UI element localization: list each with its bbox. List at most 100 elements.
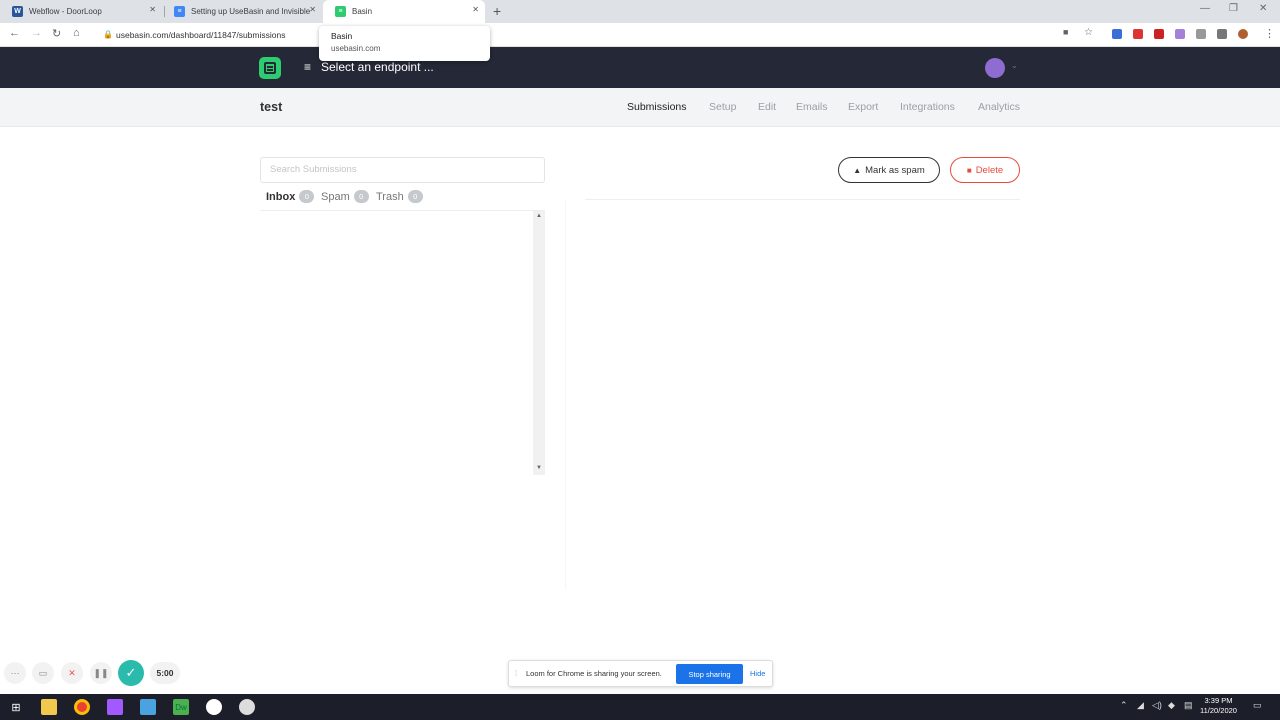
hamburger-icon[interactable]: ≡ xyxy=(304,60,311,74)
tray-chevron-icon[interactable]: ⌃ xyxy=(1120,700,1128,711)
form-subheader: test Submissions Setup Edit Emails Expor… xyxy=(0,88,1280,127)
mark-as-spam-button[interactable]: ▲ Mark as spam xyxy=(838,157,940,183)
count-badge: 0 xyxy=(407,190,423,203)
basin-logo[interactable] xyxy=(259,57,281,79)
tab-basin[interactable]: ≡ Basin ✕ xyxy=(323,0,485,23)
url-text: usebasin.com/dashboard/11847/submissions xyxy=(116,30,286,40)
notifications-icon[interactable]: ▭ xyxy=(1253,700,1262,711)
count-badge: 0 xyxy=(299,190,315,203)
home-icon[interactable]: ⌂ xyxy=(73,27,80,39)
count-badge: 0 xyxy=(353,190,369,203)
form-title: test xyxy=(260,100,283,114)
loom-camera-icon[interactable]: ▭ xyxy=(32,662,54,684)
delete-label: Delete xyxy=(975,164,1004,176)
tab-title: Setting up UseBasin and Invisible xyxy=(191,7,311,16)
close-tab-icon[interactable]: ✕ xyxy=(472,5,479,14)
file-explorer-icon[interactable] xyxy=(41,699,57,715)
volume-icon[interactable]: ◁) xyxy=(1152,700,1162,711)
forward-icon[interactable]: → xyxy=(31,27,42,39)
tab-setup[interactable]: Setup xyxy=(709,101,736,113)
loom-pause-icon[interactable]: ❚❚ xyxy=(90,662,112,684)
close-tab-icon[interactable]: ✕ xyxy=(149,5,156,14)
tab-tooltip: Basin usebasin.com xyxy=(319,26,490,61)
loom-more-icon[interactable]: ⋯ xyxy=(4,662,26,684)
tooltip-domain: usebasin.com xyxy=(331,44,381,53)
puzzle-icon[interactable] xyxy=(1217,29,1227,39)
tab-title: Basin xyxy=(352,7,373,16)
scroll-down-icon[interactable]: ▼ xyxy=(536,465,542,471)
share-message: Loom for Chrome is sharing your screen. xyxy=(526,669,662,678)
more-icon[interactable]: ⋮ xyxy=(1264,27,1275,40)
folder-inbox[interactable]: Inbox 0 xyxy=(266,190,315,203)
screen-share-bar: ⁞ Loom for Chrome is sharing your screen… xyxy=(508,660,773,687)
close-window-icon[interactable]: ✕ xyxy=(1259,3,1267,14)
folder-spam[interactable]: Spam 0 xyxy=(321,190,369,203)
divider xyxy=(585,199,1020,200)
extension-icon[interactable] xyxy=(1196,29,1206,39)
loom-timer: 5:00 xyxy=(150,662,180,684)
extension-icon[interactable] xyxy=(1154,29,1164,39)
chrome-icon[interactable] xyxy=(74,699,90,715)
figma-icon[interactable] xyxy=(107,699,123,715)
address-bar: ← → ↻ ⌂ 🔒 usebasin.com/dashboard/11847/s… xyxy=(0,23,1280,47)
chevron-down-icon[interactable]: ⌄ xyxy=(1011,61,1018,70)
tab-title: Webflow - DoorLoop xyxy=(29,7,102,16)
endpoint-selector[interactable]: Select an endpoint ... xyxy=(321,60,434,74)
extension-icon[interactable] xyxy=(1175,29,1185,39)
new-tab-icon[interactable]: + xyxy=(493,3,501,19)
avatar[interactable] xyxy=(985,58,1005,78)
mark-spam-label: Mark as spam xyxy=(865,164,925,176)
back-icon[interactable]: ← xyxy=(9,27,20,39)
tab-edit[interactable]: Edit xyxy=(758,101,776,113)
app-icon[interactable] xyxy=(239,699,255,715)
keyboard-icon[interactable]: ▤ xyxy=(1184,700,1193,711)
reload-icon[interactable]: ↻ xyxy=(52,27,61,40)
tab-submissions[interactable]: Submissions xyxy=(627,101,687,113)
drag-handle-icon[interactable]: ⁞ xyxy=(515,669,517,678)
folder-trash[interactable]: Trash 0 xyxy=(376,190,423,203)
restore-icon[interactable]: ❐ xyxy=(1229,3,1238,14)
tab-export[interactable]: Export xyxy=(848,101,878,113)
tab-integrations[interactable]: Integrations xyxy=(900,101,955,113)
tab-webflow[interactable]: W Webflow - DoorLoop ✕ xyxy=(0,0,162,23)
tab-setting-up-usebasin[interactable]: ≡ Setting up UseBasin and Invisible ✕ xyxy=(162,0,322,23)
warning-icon: ▲ xyxy=(853,165,862,175)
stop-sharing-button[interactable]: Stop sharing xyxy=(676,664,743,684)
clock-date: 11/20/2020 xyxy=(1200,706,1237,715)
word-icon: W xyxy=(12,6,23,17)
docs-icon: ≡ xyxy=(174,6,185,17)
tab-analytics[interactable]: Analytics xyxy=(978,101,1020,113)
minimize-icon[interactable]: — xyxy=(1200,3,1210,14)
app-icon[interactable] xyxy=(140,699,156,715)
camera-icon[interactable]: ■ xyxy=(1063,27,1068,37)
clock-time: 3:39 PM xyxy=(1204,696,1233,705)
search-input[interactable]: Search Submissions xyxy=(260,157,545,183)
submissions-scrollbar[interactable] xyxy=(533,211,545,475)
profile-avatar[interactable] xyxy=(1238,29,1248,39)
dreamweaver-icon[interactable]: Dw xyxy=(173,699,189,715)
windows-taskbar: ⊞ Dw ⌃ ◢ ◁) ◆ ▤ 3:39 PM 11/20/2020 ▭ xyxy=(0,694,1280,720)
extension-icon[interactable] xyxy=(1133,29,1143,39)
tooltip-title: Basin xyxy=(331,31,353,41)
scroll-up-icon[interactable]: ▲ xyxy=(536,213,542,219)
folder-label: Inbox xyxy=(266,190,296,203)
delete-button[interactable]: ■ Delete xyxy=(950,157,1020,183)
divider xyxy=(260,210,545,211)
loom-finish-icon[interactable]: ✓ xyxy=(118,660,144,686)
app-header: ≡ Select an endpoint ... ⌄ xyxy=(0,47,1280,88)
folder-label: Trash xyxy=(376,190,404,203)
close-tab-icon[interactable]: ✕ xyxy=(309,5,316,14)
browser-tab-strip: W Webflow - DoorLoop ✕ ≡ Setting up UseB… xyxy=(0,0,1280,23)
loom-cancel-icon[interactable]: ✕ xyxy=(61,662,83,684)
system-clock[interactable]: 3:39 PM 11/20/2020 xyxy=(1200,696,1237,716)
tab-emails[interactable]: Emails xyxy=(796,101,828,113)
slack-icon[interactable] xyxy=(206,699,222,715)
dropbox-icon[interactable]: ◆ xyxy=(1168,700,1175,711)
hide-button[interactable]: Hide xyxy=(750,669,765,678)
windows-start-icon[interactable]: ⊞ xyxy=(8,699,24,715)
url-field[interactable]: 🔒 usebasin.com/dashboard/11847/submissio… xyxy=(100,25,1050,45)
bookmark-star-icon[interactable]: ☆ xyxy=(1084,27,1093,38)
extension-icon[interactable] xyxy=(1112,29,1122,39)
lock-icon: 🔒 xyxy=(103,30,113,39)
network-icon[interactable]: ◢ xyxy=(1137,700,1144,711)
